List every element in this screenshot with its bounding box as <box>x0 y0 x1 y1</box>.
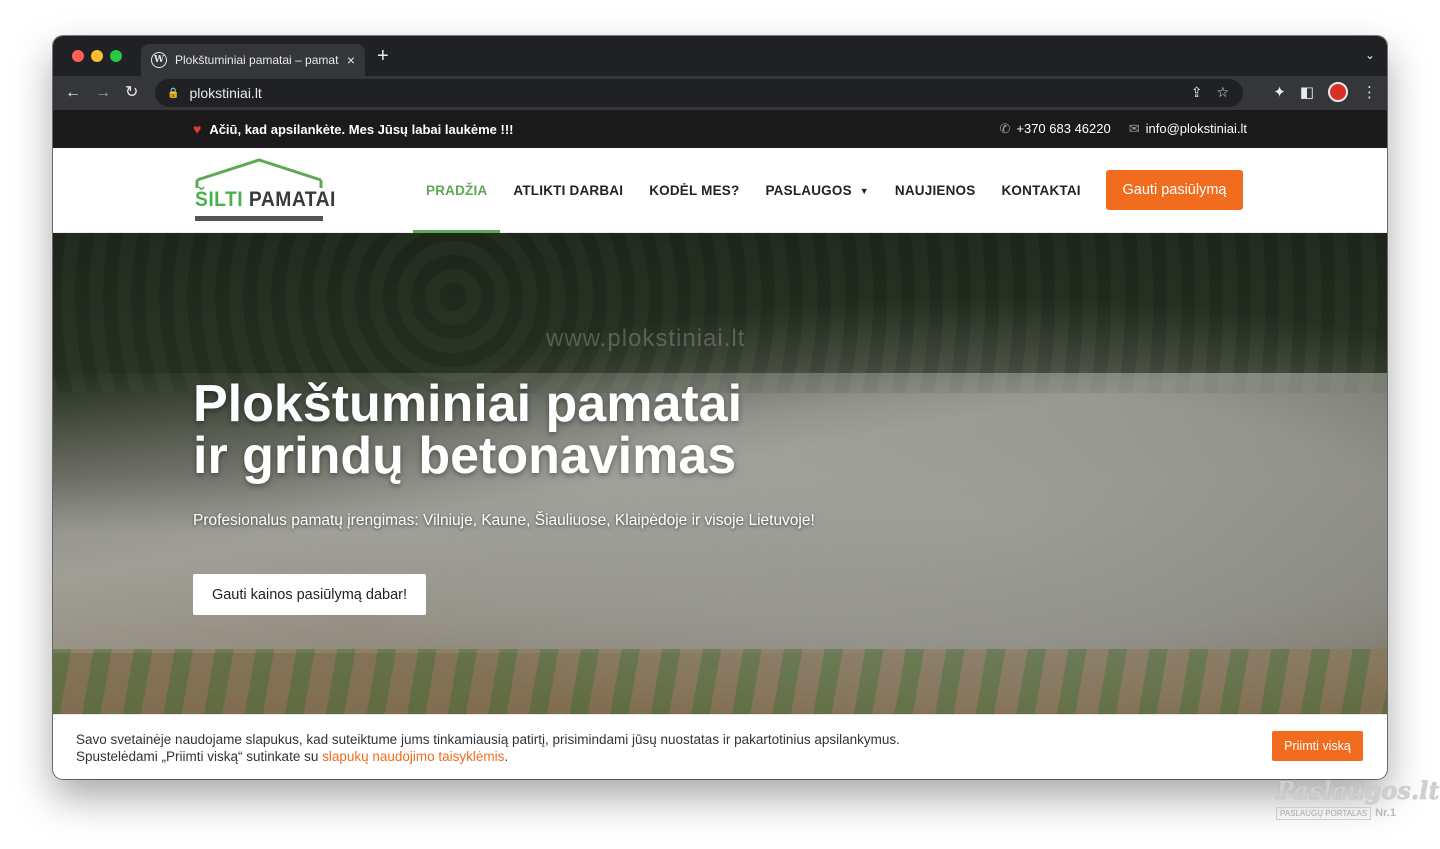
phone-number: +370 683 46220 <box>1016 121 1111 136</box>
bookmark-star-icon[interactable]: ☆ <box>1216 84 1229 101</box>
greeting-text: Ačiū, kad apsilankėte. Mes Jūsų labai la… <box>209 121 514 137</box>
browser-tab[interactable]: W Plokštuminiai pamatai – pamatai × <box>141 44 365 76</box>
phone-icon: ✆ <box>999 121 1011 136</box>
cookie-text-line1: Savo svetainėje naudojame slapukus, kad … <box>76 732 900 747</box>
get-quote-button[interactable]: Gauti kainos pasiūlymą dabar! <box>193 574 426 615</box>
tab-search-icon[interactable]: ⌄ <box>1365 48 1375 62</box>
hero-title-line1: Plokštuminiai pamatai <box>193 375 743 433</box>
close-window-button[interactable] <box>72 50 84 62</box>
browser-window: W Plokštuminiai pamatai – pamatai × + ⌄ … <box>53 36 1387 779</box>
get-offer-button[interactable]: Gauti pasiūlymą <box>1106 170 1243 210</box>
top-info-bar: ♥ Ačiū, kad apsilankėte. Mes Jūsų labai … <box>53 110 1387 148</box>
cookie-policy-link[interactable]: slapukų naudojimo taisyklėmis <box>322 749 504 764</box>
new-tab-button[interactable]: + <box>377 46 389 66</box>
email-contact[interactable]: ✉ info@plokstiniai.lt <box>1129 121 1247 137</box>
tab-close-icon[interactable]: × <box>347 52 355 68</box>
forward-icon[interactable]: → <box>95 83 111 103</box>
site-header: ŠILTI PAMATAI PRADŽIA ATLIKTI DARBAI KOD… <box>53 148 1387 233</box>
nav-item-atlikti-darbai[interactable]: ATLIKTI DARBAI <box>500 148 636 233</box>
back-icon[interactable]: ← <box>65 83 81 103</box>
tab-title: Plokštuminiai pamatai – pamatai <box>175 53 339 67</box>
hero-subtitle: Profesionalus pamatų įrengimas: Vilniuje… <box>193 512 815 529</box>
tab-strip: W Plokštuminiai pamatai – pamatai × + ⌄ <box>53 36 1387 76</box>
hero-background-trees <box>53 233 1387 393</box>
watermark-title: Paslaugos.lt <box>1276 776 1440 805</box>
nav-item-kontaktai[interactable]: KONTAKTAI <box>988 148 1093 233</box>
site-logo-text[interactable]: ŠILTI PAMATAI <box>195 188 336 212</box>
hero-title-line2: ir grindų betonavimas <box>193 427 737 485</box>
accept-all-cookies-button[interactable]: Priimti viską <box>1272 731 1363 761</box>
heart-icon: ♥ <box>193 121 202 137</box>
url-text: plokstiniai.lt <box>189 85 262 101</box>
extensions-icon[interactable]: ✦ <box>1273 83 1286 101</box>
maximize-window-button[interactable] <box>110 50 122 62</box>
watermark-subtitle: PASLAUGŲ PORTALAS <box>1276 807 1372 820</box>
phone-contact[interactable]: ✆ +370 683 46220 <box>999 121 1110 137</box>
caret-down-icon: ▼ <box>859 185 869 196</box>
envelope-icon: ✉ <box>1128 121 1140 136</box>
wordpress-icon: W <box>151 52 167 68</box>
email-address: info@plokstiniai.lt <box>1145 121 1247 136</box>
cookie-text-suffix: . <box>504 749 509 764</box>
nav-item-paslaugos[interactable]: PASLAUGOS ▼ <box>752 148 881 233</box>
hero-title: Plokštuminiai pamatai ir grindų betonavi… <box>193 378 893 482</box>
nav-item-paslaugos-label: PASLAUGOS <box>765 183 852 198</box>
image-watermark: www.plokstiniai.lt <box>546 325 746 352</box>
browser-toolbar: ← → ↻ 🔒 plokstiniai.lt ⇪ ☆ ✦ ◧ ⋮ <box>53 76 1387 110</box>
lock-icon: 🔒 <box>167 87 180 99</box>
menu-kebab-icon[interactable]: ⋮ <box>1362 83 1377 101</box>
logo-word-pamatai: PAMATAI <box>248 188 336 211</box>
cookie-text: Savo svetainėje naudojame slapukus, kad … <box>76 731 900 765</box>
cookie-text-line2: Spustelėdami „Priimti viską“ sutinkate s… <box>76 748 900 765</box>
cookie-banner: Savo svetainėje naudojame slapukus, kad … <box>53 714 1387 779</box>
side-panel-icon[interactable]: ◧ <box>1300 83 1314 101</box>
reload-icon[interactable]: ↻ <box>125 83 138 103</box>
nav-item-pradzia[interactable]: PRADŽIA <box>413 148 501 233</box>
address-bar[interactable]: 🔒 plokstiniai.lt ⇪ ☆ <box>155 79 1243 107</box>
cookie-text-prefix: Spustelėdami „Priimti viską“ sutinkate s… <box>76 749 323 764</box>
hero-banner: www.plokstiniai.lt Plokštuminiai pamatai… <box>53 233 1387 779</box>
share-icon[interactable]: ⇪ <box>1191 84 1203 101</box>
paslaugos-watermark-logo: Paslaugos.lt PASLAUGŲ PORTALAS Nr.1 <box>1276 776 1440 828</box>
watermark-rank: Nr.1 <box>1375 807 1396 819</box>
profile-avatar-icon[interactable] <box>1328 82 1348 102</box>
nav-item-naujienos[interactable]: NAUJIENOS <box>882 148 989 233</box>
minimize-window-button[interactable] <box>91 50 103 62</box>
web-page: ♥ Ačiū, kad apsilankėte. Mes Jūsų labai … <box>53 110 1387 779</box>
main-nav: PRADŽIA ATLIKTI DARBAI KODĖL MES? PASLAU… <box>413 148 1094 233</box>
logo-word-silti: ŠILTI <box>195 188 244 211</box>
nav-item-kodel-mes[interactable]: KODĖL MES? <box>636 148 752 233</box>
